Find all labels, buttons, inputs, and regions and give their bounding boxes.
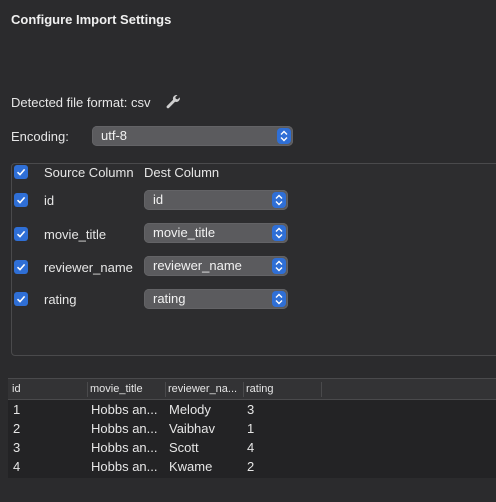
encoding-label: Encoding: bbox=[11, 129, 69, 144]
table-cell: 3 bbox=[247, 402, 255, 417]
table-cell: 1 bbox=[13, 402, 21, 417]
table-row[interactable]: 4 Hobbs an... Kwame 2 bbox=[8, 459, 496, 478]
table-cell: 4 bbox=[247, 440, 255, 455]
chevron-updown-icon bbox=[272, 291, 286, 307]
column-divider[interactable] bbox=[87, 382, 88, 397]
column-header[interactable]: id bbox=[12, 383, 21, 395]
select-all-checkbox[interactable] bbox=[14, 165, 28, 179]
table-cell: 2 bbox=[247, 459, 255, 474]
row-checkbox-movie-title[interactable] bbox=[14, 227, 28, 241]
source-column-label: id bbox=[44, 193, 55, 208]
dest-column-header: Dest Column bbox=[144, 165, 220, 180]
table-cell: Hobbs an... bbox=[91, 459, 158, 474]
table-cell: 1 bbox=[247, 421, 255, 436]
chevron-updown-icon bbox=[272, 225, 286, 241]
file-format-row: Detected file format: csv bbox=[11, 93, 182, 111]
dest-column-value: id bbox=[153, 192, 164, 207]
dest-column-select[interactable]: rating bbox=[144, 289, 288, 309]
table-row[interactable]: 2 Hobbs an... Vaibhav 1 bbox=[8, 421, 496, 440]
table-cell: Vaibhav bbox=[169, 421, 216, 436]
table-cell: Melody bbox=[169, 402, 211, 417]
column-header[interactable]: movie_title bbox=[90, 383, 143, 395]
source-column-label: movie_title bbox=[44, 227, 107, 242]
dest-column-value: rating bbox=[153, 291, 186, 306]
encoding-select[interactable]: utf-8 bbox=[92, 126, 293, 146]
source-column-header: Source Column bbox=[44, 165, 134, 180]
source-column-label: rating bbox=[44, 292, 77, 307]
column-divider[interactable] bbox=[321, 382, 322, 397]
dialog-footer bbox=[0, 478, 496, 502]
file-format-label: Detected file format: csv bbox=[11, 94, 151, 110]
encoding-value: utf-8 bbox=[101, 128, 128, 143]
table-cell: Kwame bbox=[169, 459, 213, 474]
row-checkbox-rating[interactable] bbox=[14, 292, 28, 306]
table-row[interactable]: 3 Hobbs an... Scott 4 bbox=[8, 440, 496, 459]
column-divider[interactable] bbox=[165, 382, 166, 397]
column-divider[interactable] bbox=[243, 382, 244, 397]
preview-table-body: 1 Hobbs an... Melody 3 2 Hobbs an... Vai… bbox=[8, 400, 496, 478]
table-cell: 4 bbox=[13, 459, 21, 474]
column-header[interactable]: rating bbox=[246, 383, 274, 395]
dest-column-value: reviewer_name bbox=[153, 258, 242, 273]
chevron-updown-icon bbox=[272, 192, 286, 208]
dest-column-select[interactable]: reviewer_name bbox=[144, 256, 288, 276]
source-column-label: reviewer_name bbox=[44, 260, 133, 275]
table-cell: 2 bbox=[13, 421, 21, 436]
preview-table-header: id movie_title reviewer_na... rating bbox=[8, 378, 496, 400]
table-cell: Hobbs an... bbox=[91, 440, 158, 455]
chevron-updown-icon bbox=[277, 128, 291, 144]
wrench-icon[interactable] bbox=[164, 93, 182, 111]
table-cell: Hobbs an... bbox=[91, 421, 158, 436]
row-checkbox-id[interactable] bbox=[14, 193, 28, 207]
table-cell: Scott bbox=[169, 440, 199, 455]
table-cell: Hobbs an... bbox=[91, 402, 158, 417]
table-row[interactable]: 1 Hobbs an... Melody 3 bbox=[8, 402, 496, 421]
table-cell: 3 bbox=[13, 440, 21, 455]
row-checkbox-reviewer-name[interactable] bbox=[14, 260, 28, 274]
chevron-updown-icon bbox=[272, 258, 286, 274]
column-header[interactable]: reviewer_na... bbox=[168, 383, 237, 395]
dest-column-select[interactable]: movie_title bbox=[144, 223, 288, 243]
dest-column-value: movie_title bbox=[153, 225, 216, 240]
dest-column-select[interactable]: id bbox=[144, 190, 288, 210]
dialog-title: Configure Import Settings bbox=[11, 12, 172, 27]
